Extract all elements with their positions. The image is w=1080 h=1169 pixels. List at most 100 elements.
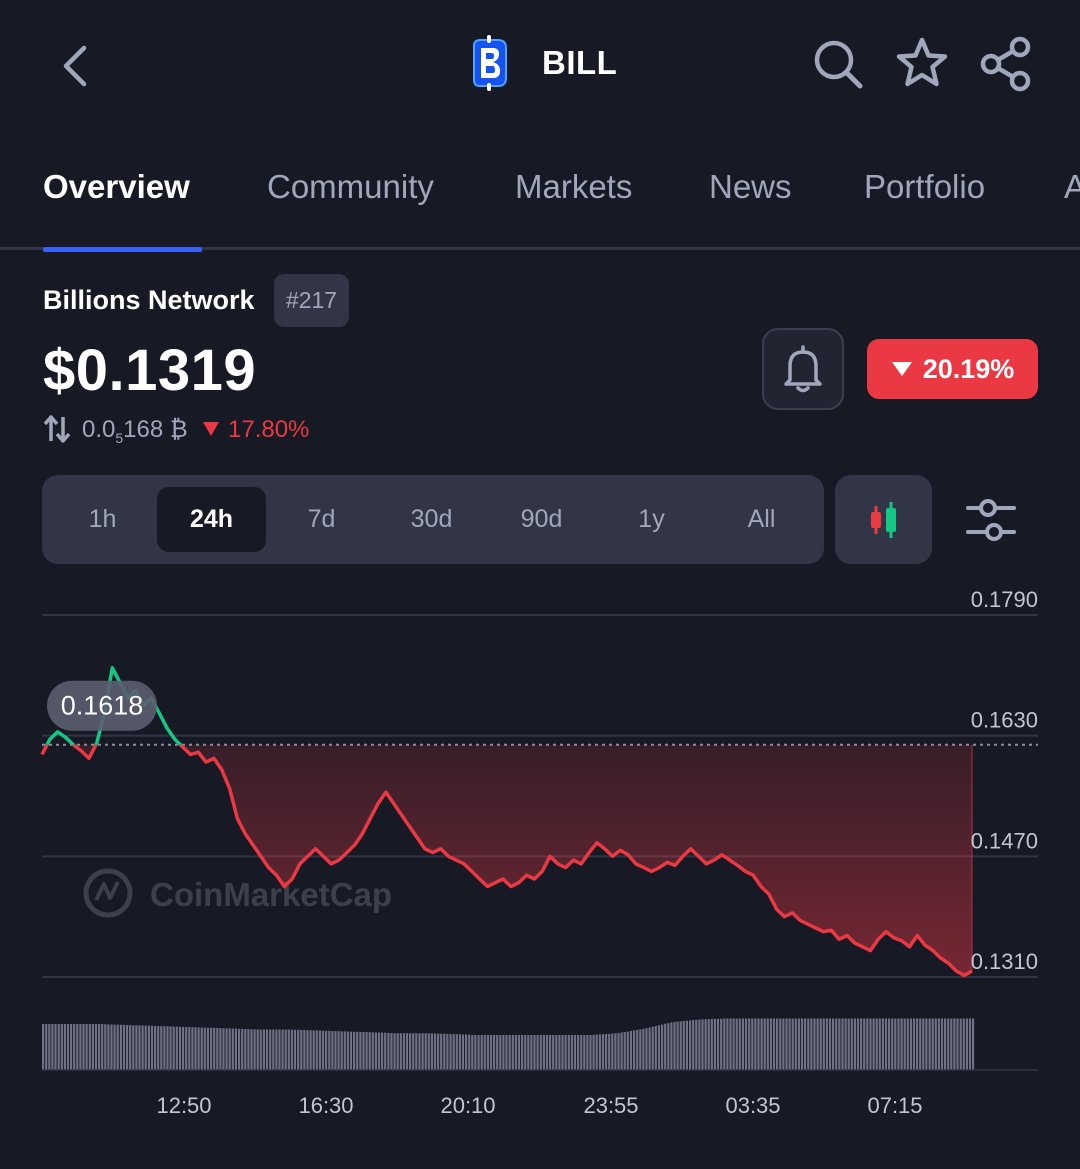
volume-bar — [66, 1024, 70, 1070]
volume-bar — [452, 1034, 455, 1070]
volume-bar — [791, 1018, 794, 1070]
volume-bar — [247, 1029, 250, 1070]
volume-bar — [449, 1034, 452, 1070]
volume-bar — [888, 1018, 891, 1070]
volume-bar — [782, 1018, 785, 1070]
volume-bar — [175, 1026, 178, 1070]
volume-bar — [633, 1030, 636, 1070]
volume-bar — [944, 1018, 947, 1070]
volume-bar — [608, 1033, 611, 1070]
volume-bar — [98, 1024, 101, 1070]
volume-bar — [828, 1018, 832, 1070]
volume-bar — [129, 1025, 132, 1070]
volume-bar — [409, 1033, 412, 1070]
volume-bar — [894, 1018, 897, 1070]
volume-bar — [648, 1027, 651, 1070]
volume-bar — [704, 1019, 707, 1070]
volume-bar — [197, 1027, 200, 1070]
volume-bar — [377, 1032, 381, 1070]
price-chart[interactable]: CoinMarketCap 0.1790 0.1630 0.1470 0.1310 0.… — [0, 580, 1080, 1140]
tab-markets[interactable]: Markets — [515, 168, 632, 206]
range-90d[interactable]: 90d — [487, 487, 596, 552]
star-icon[interactable] — [892, 34, 952, 94]
tab-portfolio[interactable]: Portfolio — [864, 168, 985, 206]
tab-news[interactable]: News — [709, 168, 792, 206]
volume-bar — [222, 1028, 225, 1070]
volume-bar — [692, 1020, 695, 1070]
volume-bar — [605, 1034, 608, 1070]
range-all[interactable]: All — [707, 487, 816, 552]
volume-bar — [639, 1029, 642, 1070]
volume-bar — [533, 1035, 536, 1070]
volume-bar — [154, 1025, 157, 1070]
volume-bar — [844, 1018, 847, 1070]
volume-bar — [832, 1018, 835, 1070]
candlestick-toggle-button[interactable] — [835, 475, 932, 564]
volume-bar — [919, 1018, 922, 1070]
volume-bar — [206, 1027, 209, 1070]
volume-bar — [598, 1034, 601, 1070]
volume-bar — [835, 1018, 838, 1070]
btc-change: 17.80% — [228, 416, 310, 443]
swap-arrows-icon[interactable] — [43, 414, 71, 444]
volume-bar — [374, 1032, 377, 1070]
volume-bar — [150, 1025, 154, 1070]
volume-bar — [661, 1024, 664, 1070]
range-24h[interactable]: 24h — [157, 487, 266, 552]
volume-bar — [769, 1018, 772, 1070]
active-tab-indicator — [43, 247, 202, 252]
volume-bar — [371, 1032, 374, 1070]
volume-bar — [555, 1035, 558, 1070]
volume-bar — [900, 1018, 903, 1070]
volume-bar — [909, 1018, 912, 1070]
volume-bar — [912, 1018, 916, 1070]
back-icon[interactable] — [50, 40, 100, 92]
volume-bar — [477, 1035, 480, 1070]
range-1y[interactable]: 1y — [597, 487, 706, 552]
range-7d[interactable]: 7d — [267, 487, 376, 552]
tab-community[interactable]: Community — [267, 168, 434, 206]
volume-bar — [474, 1034, 477, 1070]
volume-bar — [620, 1032, 623, 1070]
volume-bar — [191, 1027, 194, 1070]
volume-bar — [726, 1018, 729, 1070]
y-tick-label: 0.1470 — [971, 828, 1038, 853]
volume-bar — [113, 1024, 116, 1070]
y-tick-label: 0.1310 — [971, 949, 1038, 974]
volume-bar — [54, 1024, 57, 1070]
volume-bar — [250, 1029, 253, 1070]
volume-bar — [788, 1018, 791, 1070]
candlestick-icon — [870, 501, 896, 538]
volume-bar — [253, 1029, 256, 1070]
search-icon[interactable] — [810, 36, 866, 92]
share-icon[interactable] — [976, 34, 1036, 94]
volume-bar — [278, 1029, 281, 1070]
volume-bar — [710, 1019, 713, 1070]
volume-bar — [116, 1024, 119, 1070]
volume-bar — [552, 1035, 555, 1070]
tab-overview[interactable]: Overview — [43, 168, 190, 206]
volume-bar — [157, 1026, 160, 1070]
coin-name: Billions Network — [43, 285, 255, 315]
volume-bar — [138, 1025, 141, 1070]
volume-bar — [794, 1018, 797, 1070]
x-tick-label: 20:10 — [440, 1093, 495, 1118]
x-tick-label: 07:15 — [867, 1093, 922, 1118]
volume-bar — [928, 1018, 931, 1070]
volume-bar — [542, 1035, 545, 1070]
volume-bar — [968, 1018, 972, 1070]
volume-bar — [760, 1018, 763, 1070]
volume-bar — [63, 1024, 66, 1070]
chart-settings-icon[interactable] — [962, 494, 1020, 546]
tab-more[interactable]: A — [1064, 168, 1080, 206]
range-30d[interactable]: 30d — [377, 487, 486, 552]
volume-bar — [720, 1018, 723, 1070]
volume-bar — [178, 1026, 182, 1070]
price-alert-button[interactable] — [762, 328, 844, 410]
volume-bar — [589, 1035, 592, 1070]
volume-bar — [368, 1032, 371, 1070]
volume-bar — [169, 1026, 172, 1070]
volume-bar — [216, 1028, 219, 1070]
range-1h[interactable]: 1h — [48, 487, 157, 552]
volume-bar — [188, 1027, 191, 1070]
